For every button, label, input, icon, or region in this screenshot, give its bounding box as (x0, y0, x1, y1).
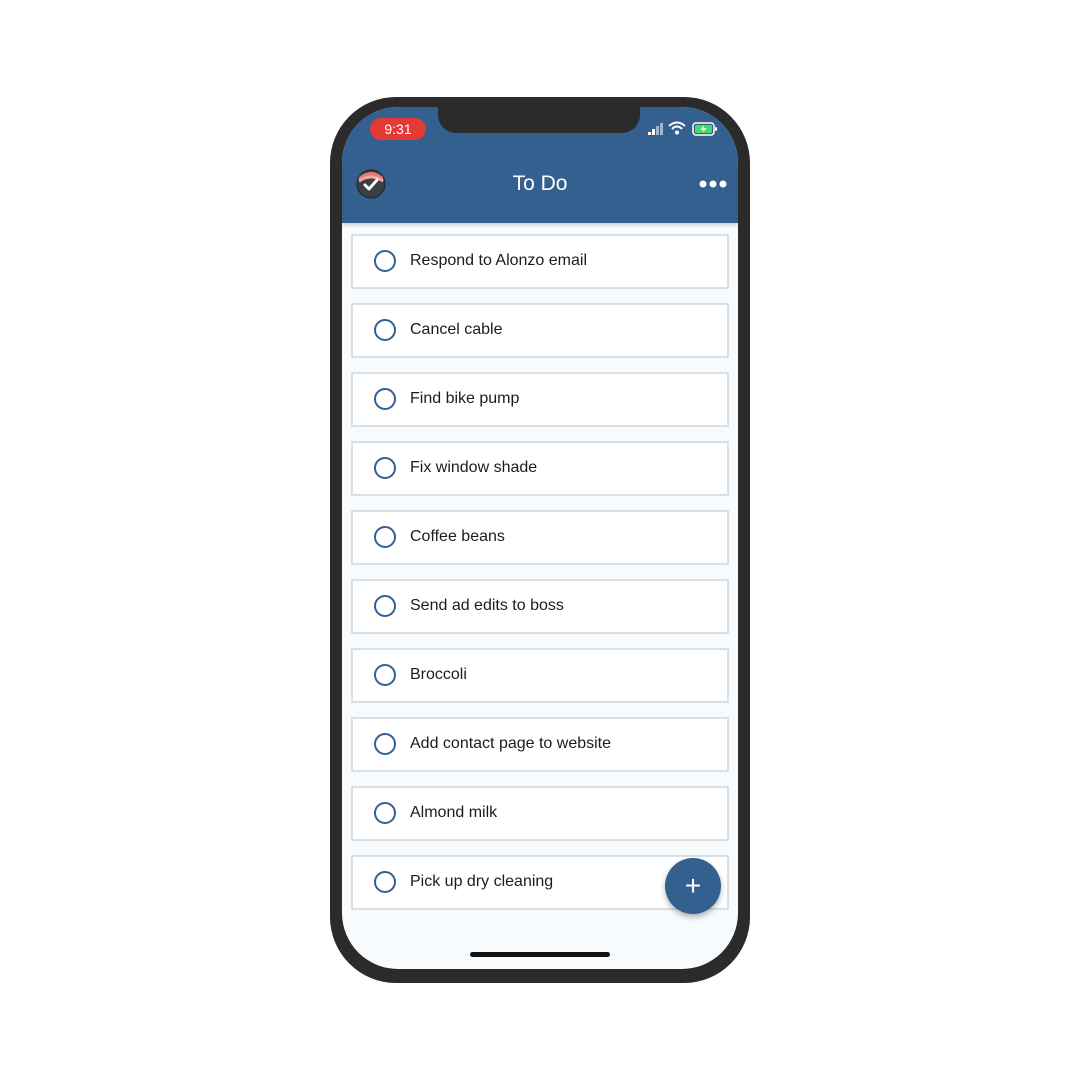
todo-item[interactable]: Respond to Alonzo email (351, 234, 729, 289)
todo-label: Send ad edits to boss (410, 597, 564, 614)
todo-label: Almond milk (410, 804, 498, 821)
battery-charging-icon (692, 122, 717, 136)
todo-label: Coffee beans (410, 528, 505, 545)
checkbox-circle-icon[interactable] (374, 388, 396, 410)
checkbox-circle-icon[interactable] (374, 733, 396, 755)
more-options-icon[interactable] (698, 169, 728, 199)
todo-item[interactable]: Fix window shade (351, 441, 729, 496)
wifi-icon (668, 121, 686, 135)
todo-item[interactable]: Find bike pump (351, 372, 729, 427)
checkbox-circle-icon[interactable] (374, 664, 396, 686)
checkbox-circle-icon[interactable] (374, 319, 396, 341)
todo-item[interactable]: Broccoli (351, 648, 729, 703)
home-indicator[interactable] (470, 952, 610, 957)
cellular-signal-icon (648, 123, 663, 135)
todo-label: Add contact page to website (410, 735, 612, 752)
status-time: 9:31 (370, 118, 426, 140)
todo-label: Find bike pump (410, 390, 520, 407)
todo-label: Broccoli (410, 666, 467, 683)
checkbox-circle-icon[interactable] (374, 802, 396, 824)
todo-label: Fix window shade (410, 459, 538, 476)
checkbox-circle-icon[interactable] (374, 457, 396, 479)
todo-label: Pick up dry cleaning (410, 873, 554, 890)
page-title: To Do (512, 172, 568, 195)
todo-item[interactable]: Almond milk (351, 786, 729, 841)
app-screen: 9:31 To Do Respond to Alonzo email Cance… (342, 107, 738, 969)
todo-list: Respond to Alonzo email Cancel cable Fin… (351, 234, 729, 924)
checkbox-circle-icon[interactable] (374, 595, 396, 617)
app-logo-icon[interactable] (356, 169, 386, 199)
checkbox-circle-icon[interactable] (374, 526, 396, 548)
checkbox-circle-icon[interactable] (374, 250, 396, 272)
todo-item[interactable]: Send ad edits to boss (351, 579, 729, 634)
todo-label: Cancel cable (410, 321, 503, 338)
phone-frame: 9:31 To Do Respond to Alonzo email Cance… (330, 97, 750, 983)
status-icons (640, 121, 720, 139)
todo-item[interactable]: Cancel cable (351, 303, 729, 358)
add-todo-button[interactable]: + (665, 858, 721, 914)
todo-item[interactable]: Add contact page to website (351, 717, 729, 772)
todo-label: Respond to Alonzo email (410, 252, 587, 269)
checkbox-circle-icon[interactable] (374, 871, 396, 893)
phone-notch (438, 107, 640, 133)
todo-item[interactable]: Coffee beans (351, 510, 729, 565)
